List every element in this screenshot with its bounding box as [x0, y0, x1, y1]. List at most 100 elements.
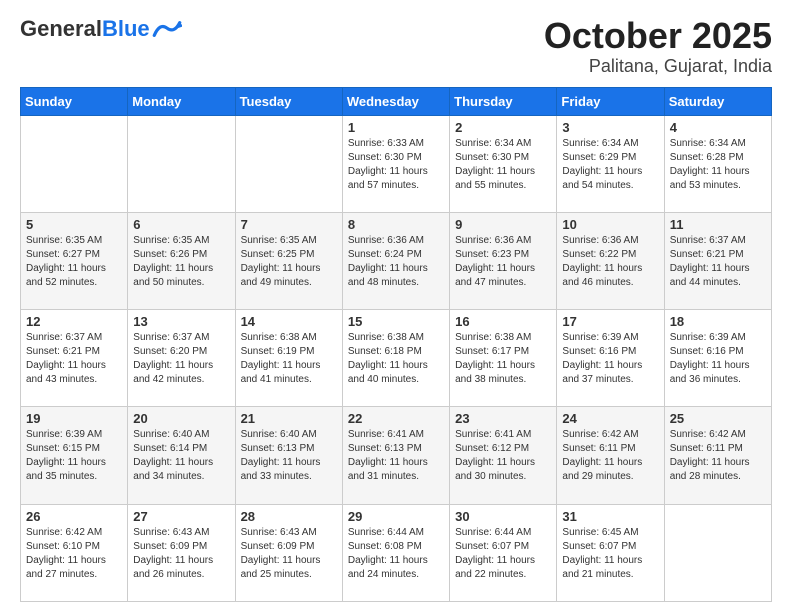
day-number: 1 — [348, 120, 444, 135]
calendar-cell: 26Sunrise: 6:42 AM Sunset: 6:10 PM Dayli… — [21, 504, 128, 601]
day-number: 29 — [348, 509, 444, 524]
calendar-cell — [664, 504, 771, 601]
calendar-cell: 23 Sunrise: 6:41 AM Sunset: 6:12 PM Dayli… — [450, 407, 557, 504]
calendar-cell: 4 Sunrise: 6:34 AM Sunset: 6:28 PM Daylig… — [664, 115, 771, 212]
day-number: 8 — [348, 217, 444, 232]
logo-general: General — [20, 16, 102, 41]
day-number: 15 — [348, 314, 444, 329]
day-number: 6 — [133, 217, 229, 232]
calendar-cell: 17 Sunrise: 6:39 AM Sunset: 6:16 PM Dayli… — [557, 310, 664, 407]
page: GeneralBlue October 2025 Palitana, Gujar… — [0, 0, 792, 612]
calendar-cell: 14 Sunrise: 6:38 AM Sunset: 6:19 PM Dayli… — [235, 310, 342, 407]
day-info: Sunrise: 6:39 AM Sunset: 6:15 PM Dayligh… — [26, 428, 122, 484]
calendar-cell: 20 Sunrise: 6:40 AM Sunset: 6:14 PM Dayli… — [128, 407, 235, 504]
day-number: 27 — [133, 509, 229, 524]
day-info: Sunrise: 6:38 AM Sunset: 6:19 PM Dayligh… — [241, 331, 337, 387]
day-number: 7 — [241, 217, 337, 232]
day-info: Sunrise: 6:38 AM Sunset: 6:18 PM Dayligh… — [348, 331, 444, 387]
calendar-cell — [21, 115, 128, 212]
calendar-cell: 22Sunrise: 6:41 AM Sunset: 6:13 PM Dayli… — [342, 407, 449, 504]
day-info: Sunrise: 6:36 AM Sunset: 6:23 PM Dayligh… — [455, 234, 551, 290]
day-info: Sunrise: 6:39 AM Sunset: 6:16 PM Dayligh… — [670, 331, 766, 387]
col-header-friday: Friday — [557, 87, 664, 115]
calendar-week-4: 19Sunrise: 6:39 AM Sunset: 6:15 PM Dayli… — [21, 407, 772, 504]
logo-wave-icon — [152, 19, 182, 39]
day-info: Sunrise: 6:38 AM Sunset: 6:17 PM Dayligh… — [455, 331, 551, 387]
header: GeneralBlue October 2025 Palitana, Gujar… — [20, 16, 772, 77]
day-info: Sunrise: 6:40 AM Sunset: 6:14 PM Dayligh… — [133, 428, 229, 484]
day-info: Sunrise: 6:34 AM Sunset: 6:28 PM Dayligh… — [670, 137, 766, 193]
day-number: 26 — [26, 509, 122, 524]
day-number: 5 — [26, 217, 122, 232]
day-number: 31 — [562, 509, 658, 524]
calendar-cell: 12 Sunrise: 6:37 AM Sunset: 6:21 PM Dayli… — [21, 310, 128, 407]
day-number: 20 — [133, 411, 229, 426]
day-number: 10 — [562, 217, 658, 232]
title-block: October 2025 Palitana, Gujarat, India — [544, 16, 772, 77]
calendar-cell: 21Sunrise: 6:40 AM Sunset: 6:13 PM Dayli… — [235, 407, 342, 504]
calendar-cell: 24 Sunrise: 6:42 AM Sunset: 6:11 PM Dayli… — [557, 407, 664, 504]
calendar-cell: 15 Sunrise: 6:38 AM Sunset: 6:18 PM Dayli… — [342, 310, 449, 407]
calendar-cell: 7 Sunrise: 6:35 AM Sunset: 6:25 PM Daylig… — [235, 212, 342, 309]
calendar-cell: 9 Sunrise: 6:36 AM Sunset: 6:23 PM Daylig… — [450, 212, 557, 309]
day-number: 24 — [562, 411, 658, 426]
calendar-cell: 3Sunrise: 6:34 AM Sunset: 6:29 PM Daylig… — [557, 115, 664, 212]
calendar-cell: 8 Sunrise: 6:36 AM Sunset: 6:24 PM Daylig… — [342, 212, 449, 309]
day-number: 4 — [670, 120, 766, 135]
calendar-cell: 25 Sunrise: 6:42 AM Sunset: 6:11 PM Dayli… — [664, 407, 771, 504]
day-info: Sunrise: 6:42 AM Sunset: 6:11 PM Dayligh… — [562, 428, 658, 484]
calendar-cell — [235, 115, 342, 212]
logo-text: GeneralBlue — [20, 16, 150, 42]
calendar-cell: 28Sunrise: 6:43 AM Sunset: 6:09 PM Dayli… — [235, 504, 342, 601]
calendar-header-row: SundayMondayTuesdayWednesdayThursdayFrid… — [21, 87, 772, 115]
day-info: Sunrise: 6:35 AM Sunset: 6:27 PM Dayligh… — [26, 234, 122, 290]
day-info: Sunrise: 6:43 AM Sunset: 6:09 PM Dayligh… — [133, 526, 229, 582]
calendar-week-2: 5 Sunrise: 6:35 AM Sunset: 6:27 PM Daylig… — [21, 212, 772, 309]
logo-blue: Blue — [102, 16, 150, 41]
day-info: Sunrise: 6:42 AM Sunset: 6:11 PM Dayligh… — [670, 428, 766, 484]
day-info: Sunrise: 6:39 AM Sunset: 6:16 PM Dayligh… — [562, 331, 658, 387]
day-number: 9 — [455, 217, 551, 232]
day-number: 18 — [670, 314, 766, 329]
day-number: 25 — [670, 411, 766, 426]
day-info: Sunrise: 6:34 AM Sunset: 6:29 PM Dayligh… — [562, 137, 658, 193]
col-header-monday: Monday — [128, 87, 235, 115]
day-info: Sunrise: 6:37 AM Sunset: 6:21 PM Dayligh… — [26, 331, 122, 387]
day-number: 12 — [26, 314, 122, 329]
calendar-title: October 2025 — [544, 16, 772, 56]
day-info: Sunrise: 6:37 AM Sunset: 6:20 PM Dayligh… — [133, 331, 229, 387]
calendar-cell: 29 Sunrise: 6:44 AM Sunset: 6:08 PM Dayli… — [342, 504, 449, 601]
col-header-wednesday: Wednesday — [342, 87, 449, 115]
day-info: Sunrise: 6:44 AM Sunset: 6:07 PM Dayligh… — [455, 526, 551, 582]
day-number: 13 — [133, 314, 229, 329]
logo-icon: GeneralBlue — [20, 16, 182, 42]
day-number: 2 — [455, 120, 551, 135]
calendar-cell: 27 Sunrise: 6:43 AM Sunset: 6:09 PM Dayli… — [128, 504, 235, 601]
calendar-week-3: 12 Sunrise: 6:37 AM Sunset: 6:21 PM Dayli… — [21, 310, 772, 407]
day-info: Sunrise: 6:41 AM Sunset: 6:12 PM Dayligh… — [455, 428, 551, 484]
day-number: 17 — [562, 314, 658, 329]
day-number: 30 — [455, 509, 551, 524]
day-info: Sunrise: 6:44 AM Sunset: 6:08 PM Dayligh… — [348, 526, 444, 582]
day-number: 16 — [455, 314, 551, 329]
calendar-subtitle: Palitana, Gujarat, India — [544, 56, 772, 77]
col-header-saturday: Saturday — [664, 87, 771, 115]
calendar-cell: 5 Sunrise: 6:35 AM Sunset: 6:27 PM Daylig… — [21, 212, 128, 309]
day-number: 28 — [241, 509, 337, 524]
day-info: Sunrise: 6:35 AM Sunset: 6:25 PM Dayligh… — [241, 234, 337, 290]
calendar-cell: 1Sunrise: 6:33 AM Sunset: 6:30 PM Daylig… — [342, 115, 449, 212]
day-number: 23 — [455, 411, 551, 426]
day-info: Sunrise: 6:36 AM Sunset: 6:24 PM Dayligh… — [348, 234, 444, 290]
day-number: 14 — [241, 314, 337, 329]
day-info: Sunrise: 6:36 AM Sunset: 6:22 PM Dayligh… — [562, 234, 658, 290]
col-header-tuesday: Tuesday — [235, 87, 342, 115]
calendar-cell: 19Sunrise: 6:39 AM Sunset: 6:15 PM Dayli… — [21, 407, 128, 504]
calendar-cell: 13 Sunrise: 6:37 AM Sunset: 6:20 PM Dayli… — [128, 310, 235, 407]
calendar-cell: 11Sunrise: 6:37 AM Sunset: 6:21 PM Dayli… — [664, 212, 771, 309]
day-info: Sunrise: 6:37 AM Sunset: 6:21 PM Dayligh… — [670, 234, 766, 290]
calendar-table: SundayMondayTuesdayWednesdayThursdayFrid… — [20, 87, 772, 602]
calendar-cell: 31Sunrise: 6:45 AM Sunset: 6:07 PM Dayli… — [557, 504, 664, 601]
calendar-week-5: 26Sunrise: 6:42 AM Sunset: 6:10 PM Dayli… — [21, 504, 772, 601]
day-info: Sunrise: 6:35 AM Sunset: 6:26 PM Dayligh… — [133, 234, 229, 290]
calendar-cell: 18 Sunrise: 6:39 AM Sunset: 6:16 PM Dayli… — [664, 310, 771, 407]
